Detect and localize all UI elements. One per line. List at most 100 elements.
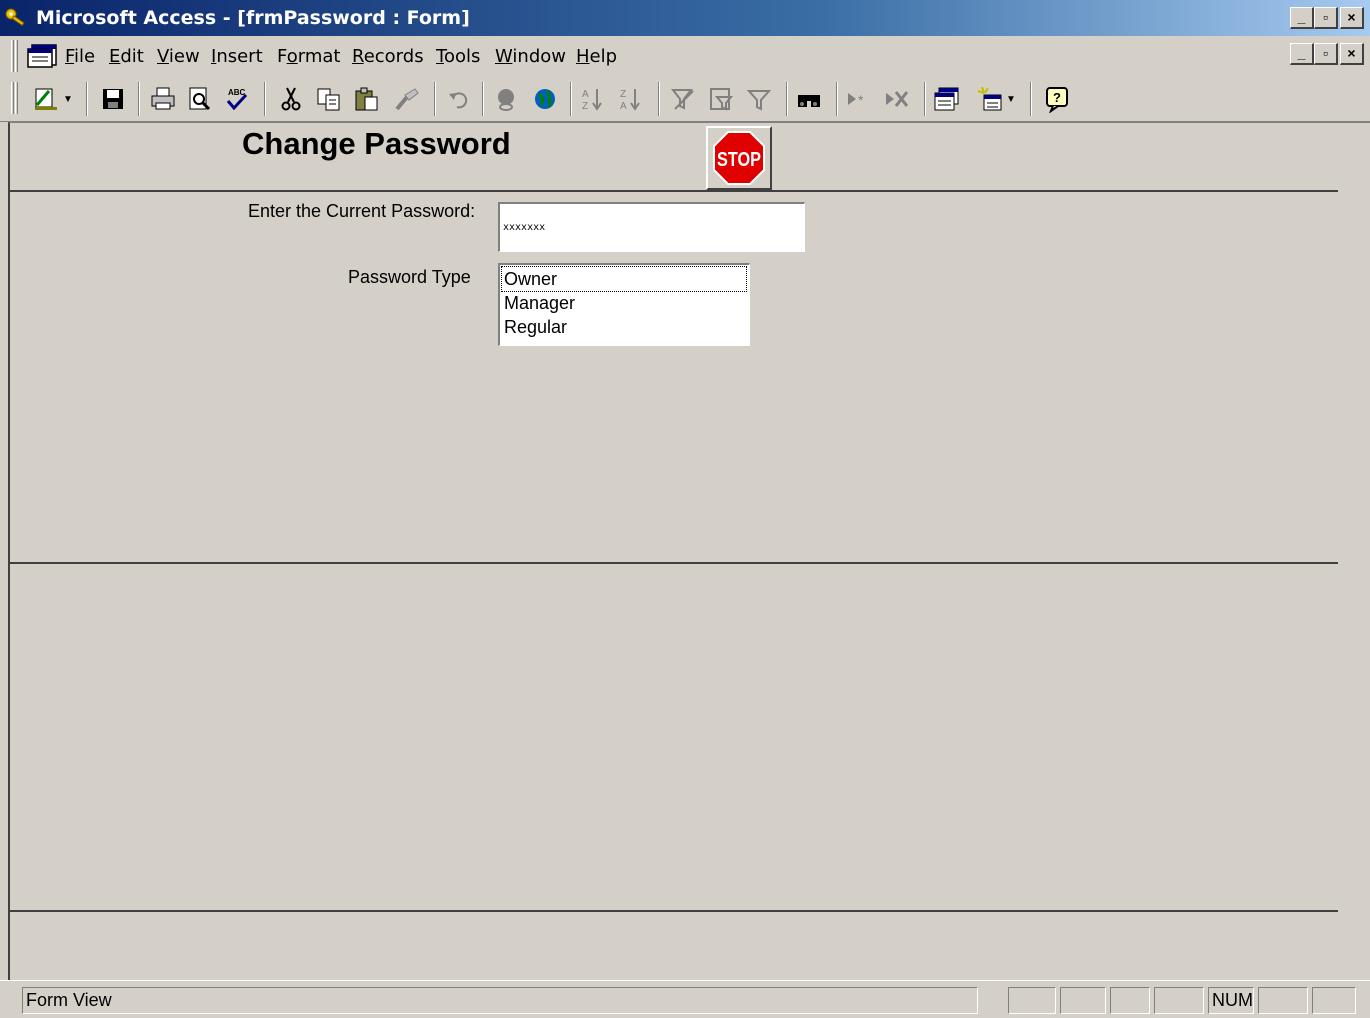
svg-text:Z: Z — [620, 89, 626, 100]
copy-icon — [317, 88, 340, 111]
doc-restore-button[interactable]: ▫ — [1314, 43, 1338, 65]
toolbar-grip-2[interactable] — [15, 82, 18, 114]
new-record-icon: * — [848, 92, 864, 108]
web-toolbar-button[interactable] — [528, 82, 562, 116]
list-item[interactable]: Regular — [504, 315, 567, 339]
stop-button[interactable]: STOP — [706, 126, 772, 190]
menu-window[interactable]: Window — [495, 46, 566, 67]
toolbar-separator — [924, 82, 926, 116]
filter-by-selection-button[interactable] — [666, 82, 700, 116]
filter-by-form-button[interactable] — [704, 82, 738, 116]
password-type-label: Password Type — [348, 267, 471, 287]
save-icon — [103, 89, 123, 109]
undo-button[interactable] — [442, 82, 476, 116]
toolbar-separator — [482, 82, 484, 116]
status-pane-filter — [1060, 987, 1106, 1014]
form-header-divider — [10, 190, 1338, 192]
access-key-icon[interactable] — [4, 6, 28, 30]
toolbar-separator — [434, 82, 436, 116]
list-item[interactable]: Owner — [501, 266, 747, 292]
delete-record-button[interactable] — [880, 82, 914, 116]
toolbar-grip[interactable] — [11, 82, 14, 114]
stop-button-label: STOP — [717, 149, 761, 171]
current-password-input[interactable] — [498, 202, 805, 252]
toolbar-separator — [138, 82, 140, 116]
help-icon: ? — [1046, 87, 1068, 113]
help-button[interactable]: ? — [1040, 82, 1074, 116]
current-password-label: Enter the Current Password: — [248, 201, 476, 221]
svg-text:A: A — [620, 101, 627, 112]
menu-insert[interactable]: Insert — [211, 46, 263, 67]
undo-icon — [449, 92, 468, 109]
status-pane-extra — [1312, 987, 1356, 1014]
svg-text:Z: Z — [582, 101, 588, 112]
form-footer-divider — [10, 910, 1338, 912]
print-preview-button[interactable] — [182, 82, 216, 116]
doc-minimize-button[interactable]: _ — [1290, 43, 1314, 65]
new-object-button[interactable]: ▼ — [970, 82, 1022, 116]
apply-filter-icon — [746, 90, 772, 111]
toolbar-separator — [1030, 82, 1032, 116]
filter-by-selection-icon — [670, 89, 694, 110]
spelling-button[interactable]: ABC — [220, 82, 254, 116]
print-icon — [151, 87, 175, 110]
new-object-dropdown-icon[interactable]: ▼ — [1006, 94, 1016, 105]
status-pane-ovr — [1110, 987, 1150, 1014]
database-window-button[interactable] — [930, 82, 964, 116]
app-minimize-button[interactable]: _ — [1290, 7, 1314, 29]
doc-close-button[interactable]: × — [1340, 43, 1364, 65]
database-window-icon — [934, 87, 959, 111]
menu-help[interactable]: Help — [576, 46, 617, 67]
format-painter-button[interactable] — [390, 82, 424, 116]
toolbar-separator — [836, 82, 838, 116]
status-pane-scrl — [1258, 987, 1308, 1014]
menu-file[interactable]: File — [65, 46, 95, 67]
new-object-icon — [977, 86, 1002, 111]
menu-edit[interactable]: Edit — [109, 46, 144, 67]
view-icon — [35, 88, 58, 110]
toolbar-separator — [570, 82, 572, 116]
svg-text:ABC: ABC — [228, 88, 246, 97]
sort-ascending-button[interactable]: AZ — [576, 82, 610, 116]
sort-descending-icon: ZA — [620, 89, 640, 112]
menu-records[interactable]: Records — [352, 46, 424, 67]
status-num: NUM — [1208, 987, 1254, 1014]
filter-by-form-icon — [710, 88, 734, 111]
toolbar-separator — [786, 82, 788, 116]
cut-icon — [281, 87, 301, 111]
form-document-icon[interactable] — [27, 43, 59, 69]
new-record-button[interactable]: * — [842, 82, 876, 116]
copy-button[interactable] — [312, 82, 346, 116]
print-button[interactable] — [146, 82, 180, 116]
save-button[interactable] — [96, 82, 130, 116]
menu-view[interactable]: View — [157, 46, 200, 67]
menubar-grip-2[interactable] — [15, 40, 18, 72]
menu-tools[interactable]: Tools — [436, 46, 480, 67]
web-toolbar-icon — [535, 89, 555, 109]
view-button[interactable]: ▼ — [28, 82, 78, 116]
sort-descending-button[interactable]: ZA — [614, 82, 648, 116]
toolbar-separator — [264, 82, 266, 116]
apply-filter-button[interactable] — [742, 82, 776, 116]
svg-text:A: A — [582, 89, 589, 100]
format-painter-icon — [395, 88, 419, 111]
view-dropdown-icon[interactable]: ▼ — [63, 94, 73, 105]
insert-hyperlink-icon — [498, 89, 514, 111]
toolbar-separator — [658, 82, 660, 116]
paste-button[interactable] — [350, 82, 384, 116]
app-restore-button[interactable]: ▫ — [1314, 7, 1338, 29]
password-type-listbox[interactable]: Owner Manager Regular — [498, 263, 750, 346]
find-icon — [798, 95, 820, 107]
menubar-grip[interactable] — [11, 40, 14, 72]
print-preview-icon — [189, 87, 211, 111]
app-close-button[interactable]: × — [1340, 7, 1364, 29]
form-title: Change Password — [242, 126, 511, 161]
status-mode: Form View — [22, 987, 978, 1014]
insert-hyperlink-button[interactable] — [490, 82, 524, 116]
form-detail-divider — [10, 562, 1338, 564]
menu-format[interactable]: Format — [277, 46, 340, 67]
title-bar: Microsoft Access - [frmPassword : Form] … — [0, 0, 1370, 36]
list-item[interactable]: Manager — [504, 291, 575, 315]
cut-button[interactable] — [274, 82, 308, 116]
find-button[interactable] — [792, 82, 826, 116]
